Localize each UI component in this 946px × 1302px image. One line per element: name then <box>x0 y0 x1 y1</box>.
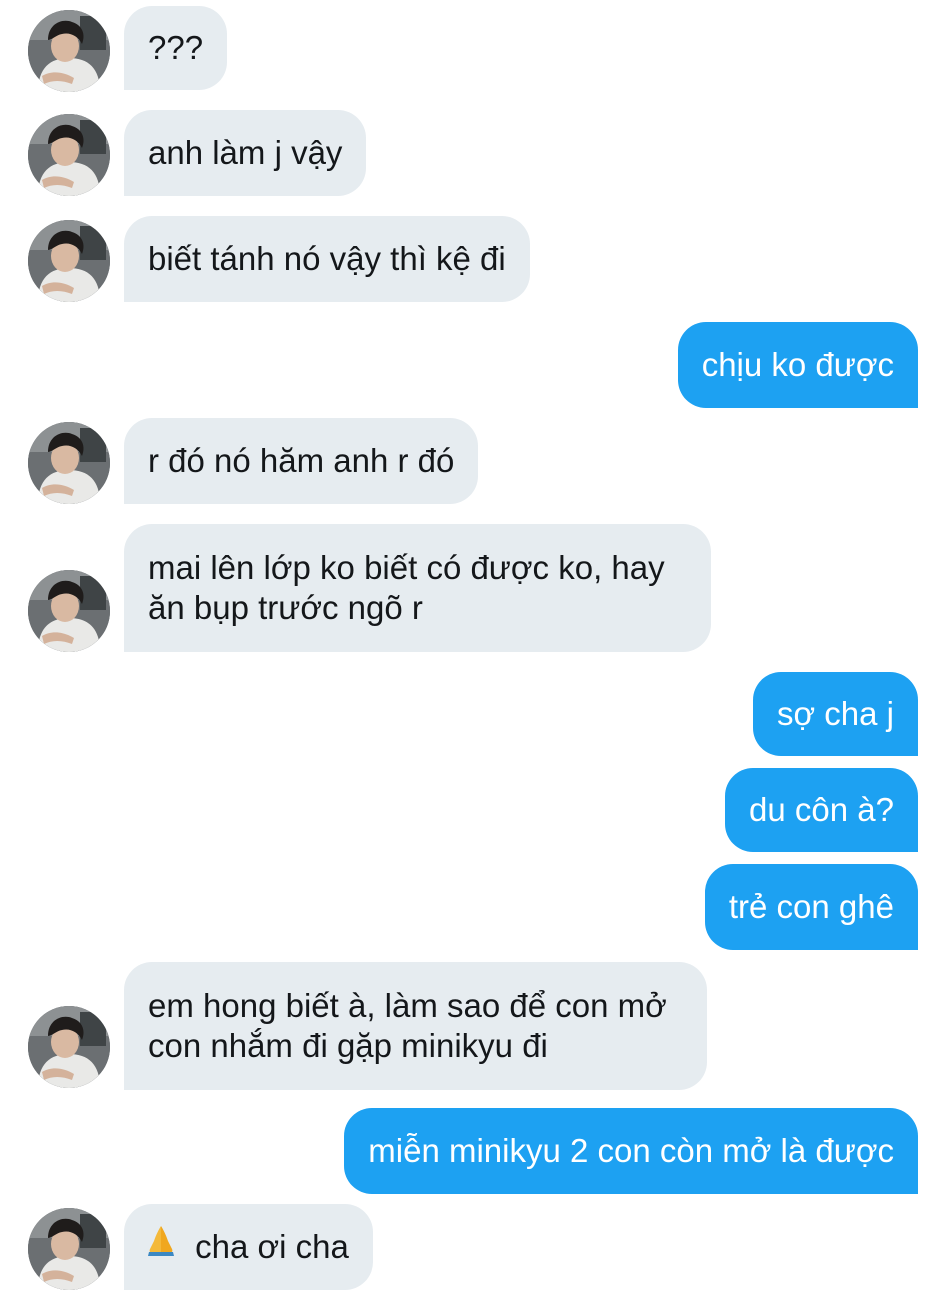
message-bubble-outgoing[interactable]: trẻ con ghê <box>704 864 918 950</box>
message-text: cha ơi cha <box>195 1228 349 1265</box>
message-text: chịu ko được <box>701 346 894 383</box>
message-text: anh làm j vậy <box>148 134 343 171</box>
conversation-thread: ??? anh làm j vậy biết tánh nó vậy thì k… <box>0 0 946 1302</box>
message-text-line: mai lên lớp ko biết có được ko, hay <box>148 549 665 586</box>
message-text-line: ăn bụp trước ngõ r <box>148 589 423 626</box>
message-text-line: con nhắm đi gặp minikyu đi <box>148 1027 548 1064</box>
message-text: r đó nó hăm anh r đó <box>148 442 455 479</box>
message-text: du côn à? <box>749 791 894 828</box>
message-bubble-outgoing[interactable]: chịu ko được <box>677 322 918 408</box>
folded-hands-icon <box>144 1203 178 1289</box>
message-text-line: em hong biết à, làm sao để con mở <box>148 987 667 1024</box>
avatar[interactable] <box>28 1006 110 1088</box>
avatar[interactable] <box>28 220 110 302</box>
message-bubble-outgoing[interactable]: miễn minikyu 2 con còn mở là được <box>344 1108 918 1194</box>
message-bubble-incoming[interactable]: r đó nó hăm anh r đó <box>124 418 479 504</box>
message-bubble-incoming[interactable]: em hong biết à, làm sao để con mở con nh… <box>124 962 707 1090</box>
message-bubble-incoming[interactable]: cha ơi cha <box>124 1204 373 1290</box>
message-text: trẻ con ghê <box>728 888 894 925</box>
avatar[interactable] <box>28 1208 110 1290</box>
message-text: ??? <box>148 29 204 66</box>
avatar[interactable] <box>28 114 110 196</box>
message-bubble-incoming[interactable]: anh làm j vậy <box>124 110 367 196</box>
avatar[interactable] <box>28 422 110 504</box>
message-bubble-outgoing[interactable]: sợ cha j <box>752 672 918 756</box>
message-bubble-incoming[interactable]: mai lên lớp ko biết có được ko, hay ăn b… <box>124 524 711 652</box>
message-bubble-incoming[interactable]: biết tánh nó vậy thì kệ đi <box>124 216 530 302</box>
message-bubble-incoming[interactable]: ??? <box>124 6 228 90</box>
message-bubble-outgoing[interactable]: du côn à? <box>725 768 918 852</box>
message-text: sợ cha j <box>776 695 894 732</box>
avatar[interactable] <box>28 10 110 92</box>
avatar[interactable] <box>28 570 110 652</box>
message-text: miễn minikyu 2 con còn mở là được <box>368 1132 894 1169</box>
message-text: biết tánh nó vậy thì kệ đi <box>148 240 506 277</box>
